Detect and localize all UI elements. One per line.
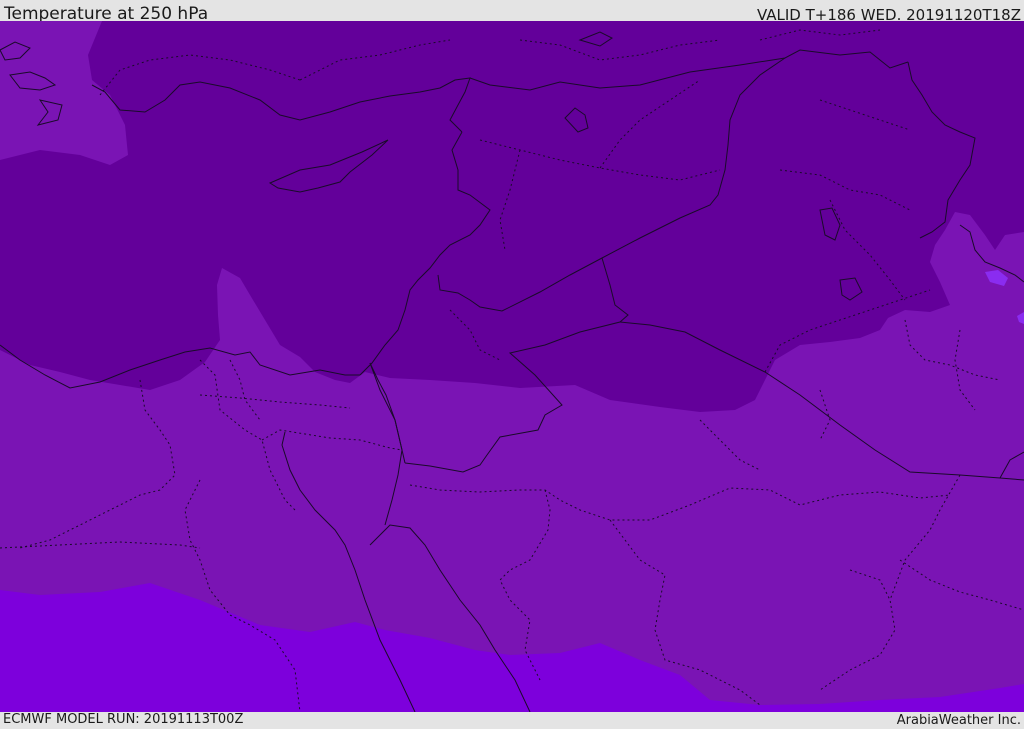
weather-map xyxy=(0,21,1024,712)
footer-bar: ECMWF MODEL RUN: 20191113T00Z ArabiaWeat… xyxy=(0,712,1024,729)
credit-label: ArabiaWeather Inc. xyxy=(896,713,1021,728)
header-bar: Temperature at 250 hPa VALID T+186 WED. … xyxy=(0,0,1024,24)
model-run-label: ECMWF MODEL RUN: 20191113T00Z xyxy=(3,712,244,727)
map-canvas xyxy=(0,21,1024,712)
